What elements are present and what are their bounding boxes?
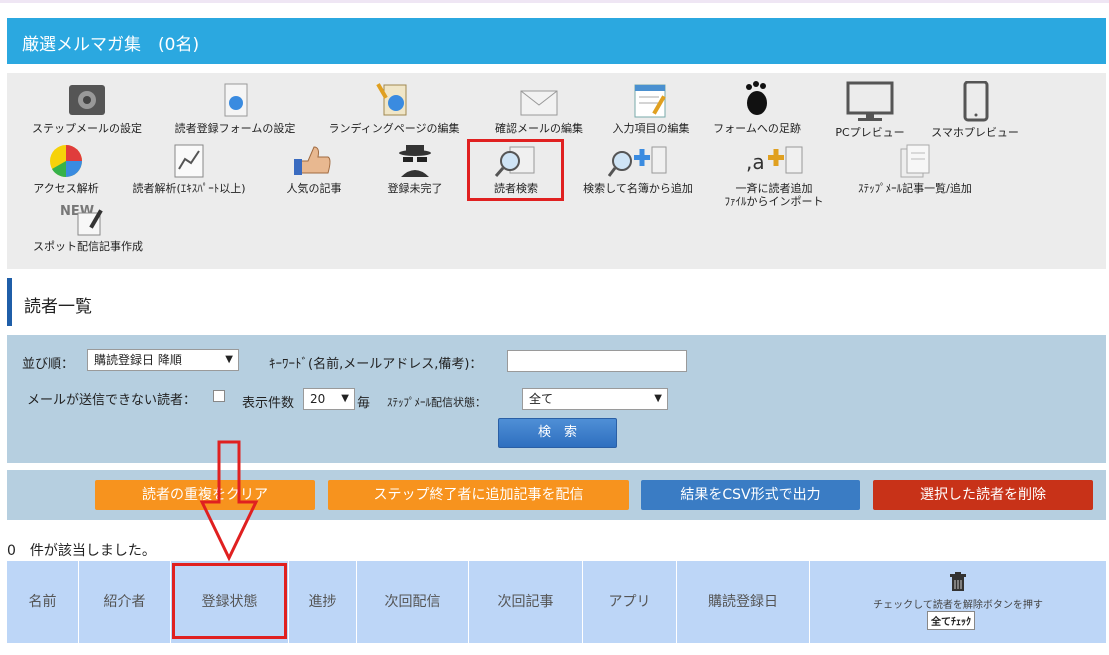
pie-chart-icon: [50, 145, 82, 178]
per-page-select[interactable]: 20 ▼: [303, 388, 355, 410]
check-all-button[interactable]: 全てﾁｪｯｸ: [927, 611, 975, 630]
menu-pc-preview[interactable]: PCプレビュー: [825, 81, 915, 139]
section-header: 読者一覧: [7, 278, 1106, 326]
menu-label: ステップメールの設定: [32, 122, 142, 135]
new-article-icon: NEW: [60, 204, 103, 236]
col-next-article: 次回記事: [469, 561, 583, 643]
menu-label: アクセス解析: [33, 182, 99, 195]
sort-select-value: 購読登録日 降順: [94, 353, 182, 367]
page-header: 厳選メルマガ集 (0名): [7, 18, 1106, 64]
trash-icon[interactable]: [949, 572, 967, 592]
menu-label: 読者登録フォームの設定: [174, 122, 296, 135]
menu-label: 一斉に読者追加: [735, 182, 813, 195]
menu-access-analysis[interactable]: アクセス解析: [23, 143, 109, 195]
search-panel: 並び順： 購読登録日 降順 ▼ ｷｰﾜｰﾄﾞ(名前,メールアドレス,備考)： メ…: [7, 335, 1106, 463]
col-subscribe-date: 購読登録日: [677, 561, 810, 643]
menu-search-add-from-list[interactable]: 検索して名簿から追加: [573, 143, 703, 195]
step-status-label: ｽﾃｯﾌﾟﾒｰﾙ配信状態：: [387, 396, 486, 409]
edit-form-icon: [634, 84, 666, 118]
menu-reader-form-settings[interactable]: 読者登録フォームの設定: [163, 83, 307, 135]
chevron-down-icon: ▼: [225, 354, 233, 365]
menu-label: 入力項目の編集: [612, 122, 690, 135]
bulk-add-icon: ,a: [746, 146, 803, 174]
menu-label: ランディングページの編集: [328, 122, 460, 135]
undeliverable-label: メールが送信できない読者：: [27, 393, 197, 408]
smartphone-icon: [963, 81, 989, 122]
menu-label: スマホプレビュー: [931, 126, 1019, 139]
menu-label: 人気の記事: [286, 182, 342, 195]
sort-label: 並び順：: [22, 357, 75, 372]
col-app: アプリ: [583, 561, 677, 643]
spy-icon: [399, 145, 431, 177]
svg-text:,a: ,a: [746, 150, 765, 174]
keyword-label: ｷｰﾜｰﾄﾞ(名前,メールアドレス,備考)：: [269, 357, 483, 372]
search-add-icon: [608, 146, 667, 177]
search-button[interactable]: 検 索: [498, 418, 617, 448]
result-count: 0 件が該当しました。: [7, 543, 156, 559]
delete-hint: チェックして読者を解除ボタンを押す: [873, 600, 1043, 611]
thumbs-up-icon: [294, 146, 331, 175]
menu-label: スポット配信記事作成: [33, 240, 143, 253]
col-delete: チェックして読者を解除ボタンを押す 全てﾁｪｯｸ: [810, 561, 1106, 643]
per-page-value: 20: [310, 392, 326, 406]
menu-form-footprints[interactable]: フォームへの足跡: [709, 79, 805, 135]
menu-label: 読者解析(ｴｷｽﾊﾟｰﾄ以上): [132, 182, 246, 195]
section-title: 読者一覧: [24, 297, 92, 317]
menu-step-article-list[interactable]: ｽﾃｯﾌﾟﾒｰﾙ記事一覧/追加: [845, 143, 985, 195]
col-next-delivery: 次回配信: [357, 561, 469, 643]
envelope-icon: [520, 90, 558, 116]
menu-label: 確認メールの編集: [495, 122, 583, 135]
delete-selected-button[interactable]: 選択した読者を削除: [873, 480, 1093, 510]
menu-step-mail-settings[interactable]: ステップメールの設定: [23, 83, 151, 135]
down-arrow-annotation: [199, 440, 259, 562]
send-extra-article-button[interactable]: ステップ終了者に追加記事を配信: [328, 480, 629, 510]
page-title: 厳選メルマガ集 (0名): [22, 35, 200, 55]
export-csv-button[interactable]: 結果をCSV形式で出力: [641, 480, 860, 510]
per-page-suffix: 毎: [357, 396, 371, 411]
col-progress: 進捗: [289, 561, 357, 643]
analysis-chart-icon: [174, 144, 204, 178]
menu-landing-page-edit[interactable]: ランディングページの編集: [319, 83, 469, 135]
per-page-label: 表示件数: [242, 396, 295, 411]
top-border: [0, 0, 1109, 3]
footprint-icon: [746, 81, 767, 115]
chevron-down-icon: ▼: [341, 393, 349, 404]
menu-smartphone-preview[interactable]: スマホプレビュー: [925, 81, 1025, 139]
page-globe-icon: [376, 83, 407, 116]
menu-confirm-mail-edit[interactable]: 確認メールの編集: [485, 83, 593, 135]
menu-input-fields-edit[interactable]: 入力項目の編集: [603, 83, 699, 135]
menu-label: 検索して名簿から追加: [583, 182, 693, 195]
menu-bulk-add-readers[interactable]: ,a 一斉に読者追加 ﾌｧｲﾙからインポート: [707, 143, 841, 208]
menu-label: 登録未完了: [387, 182, 443, 195]
menu-label: ｽﾃｯﾌﾟﾒｰﾙ記事一覧/追加: [858, 182, 972, 195]
menu-popular-articles[interactable]: 人気の記事: [269, 143, 359, 195]
sort-select[interactable]: 購読登録日 降順 ▼: [87, 349, 239, 371]
settings-box-icon: [69, 85, 105, 115]
highlight-box-registration-status: [172, 563, 287, 639]
menu-reader-analysis[interactable]: 読者解析(ｴｷｽﾊﾟｰﾄ以上): [119, 143, 259, 195]
menu-label-2: ﾌｧｲﾙからインポート: [724, 195, 824, 208]
menu-label: PCプレビュー: [835, 126, 905, 139]
keyword-input[interactable]: [507, 350, 687, 372]
menu-spot-article-create[interactable]: NEW スポット配信記事作成: [23, 201, 153, 253]
menu-label: フォームへの足跡: [713, 122, 801, 135]
menu-incomplete-registration[interactable]: 登録未完了: [373, 143, 457, 195]
undeliverable-checkbox[interactable]: [213, 390, 225, 402]
article-list-icon: [900, 144, 930, 178]
step-status-value: 全て: [529, 392, 554, 406]
step-status-select[interactable]: 全て ▼: [522, 388, 668, 410]
monitor-icon: [846, 81, 894, 121]
chevron-down-icon: ▼: [654, 393, 662, 404]
col-name: 名前: [7, 561, 79, 643]
col-referrer: 紹介者: [79, 561, 171, 643]
action-bar: 読者の重複をクリア ステップ終了者に追加記事を配信 結果をCSV形式で出力 選択…: [7, 470, 1106, 520]
highlight-box-reader-search: [467, 139, 564, 201]
form-document-icon: [224, 83, 248, 117]
